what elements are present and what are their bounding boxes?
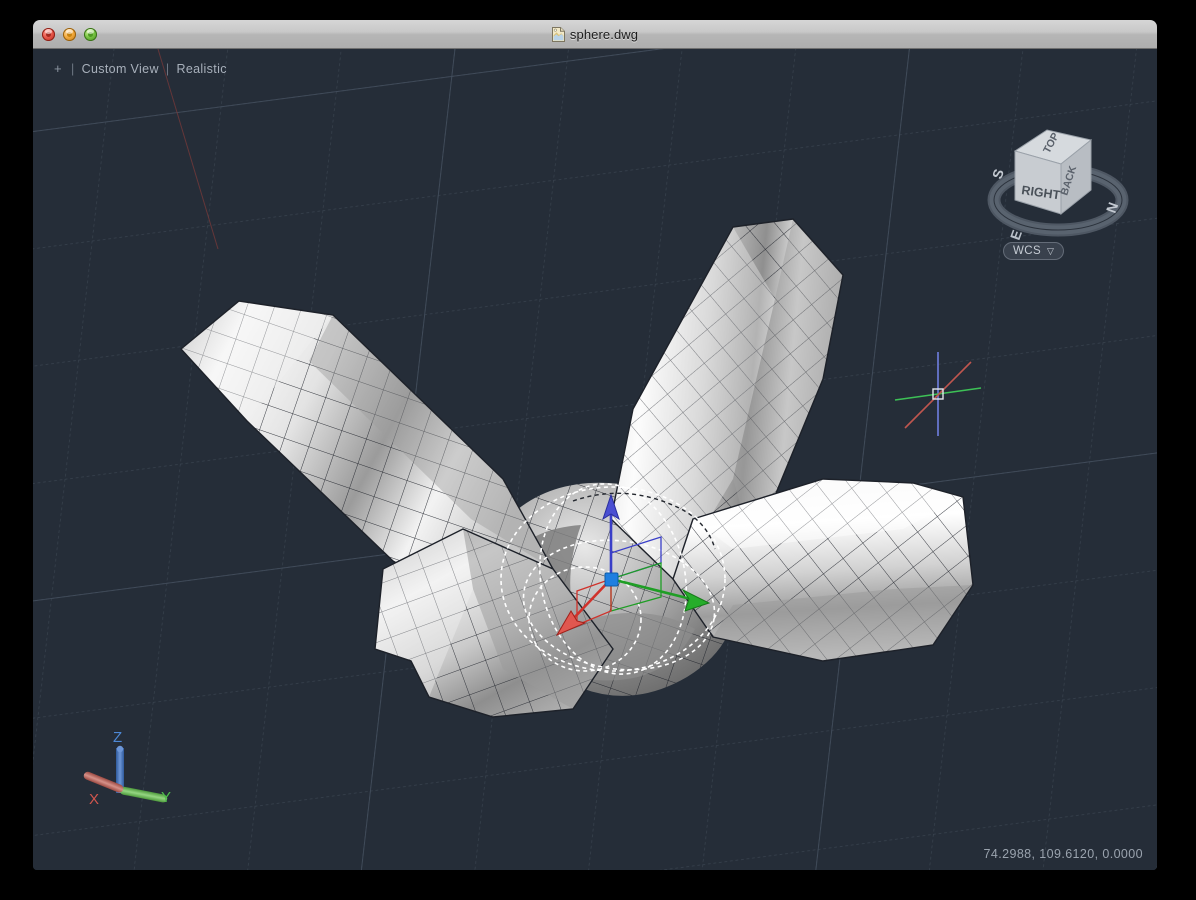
desktop-backdrop: sphere.dwg + | Custom View | Realistic S… [0,0,1196,900]
minimize-button[interactable] [63,27,76,41]
viewcube[interactable]: S N E RIGHT TOP BACK WCS ▽ [983,104,1133,279]
application-window: sphere.dwg + | Custom View | Realistic S… [33,20,1157,870]
visual-style-button[interactable]: Realistic [176,62,226,76]
traffic-light-group [42,27,97,41]
chevron-down-icon: ▽ [1047,245,1055,256]
ucs-z-label: Z [113,729,122,746]
compass-south-label[interactable]: S [989,167,1007,181]
dwg-document-icon [551,27,565,42]
coordinate-readout: 74.2988, 109.6120, 0.0000 [983,847,1143,861]
window-title-group: sphere.dwg [33,20,1157,49]
3d-move-gizmo[interactable] [533,479,733,679]
gizmo-z-axis[interactable] [602,493,620,579]
ucs-y-label: Y [161,789,171,806]
viewport-separator-1: | [70,61,75,76]
drawing-viewport[interactable]: + | Custom View | Realistic S N E RIGHT … [33,49,1157,870]
gizmo-y-axis[interactable] [610,577,711,612]
window-title: sphere.dwg [569,27,639,42]
close-button[interactable] [42,27,55,41]
zoom-button[interactable] [84,27,97,41]
viewport-controls: + | Custom View | Realistic [54,61,227,76]
gizmo-center-handle[interactable] [604,572,619,587]
viewport-separator-2: | [165,61,170,76]
ucs-axis-icon: Z Y X [83,729,171,808]
3d-crosshair-cursor [894,352,982,436]
view-name-button[interactable]: Custom View [82,62,159,76]
viewport-menu-button[interactable]: + [54,61,62,76]
gizmo-x-axis[interactable] [555,578,612,637]
wcs-dropdown[interactable]: WCS ▽ [1003,242,1065,260]
ucs-x-label: X [89,791,99,808]
wcs-label: WCS [1013,245,1042,257]
window-titlebar[interactable]: sphere.dwg [33,20,1157,49]
